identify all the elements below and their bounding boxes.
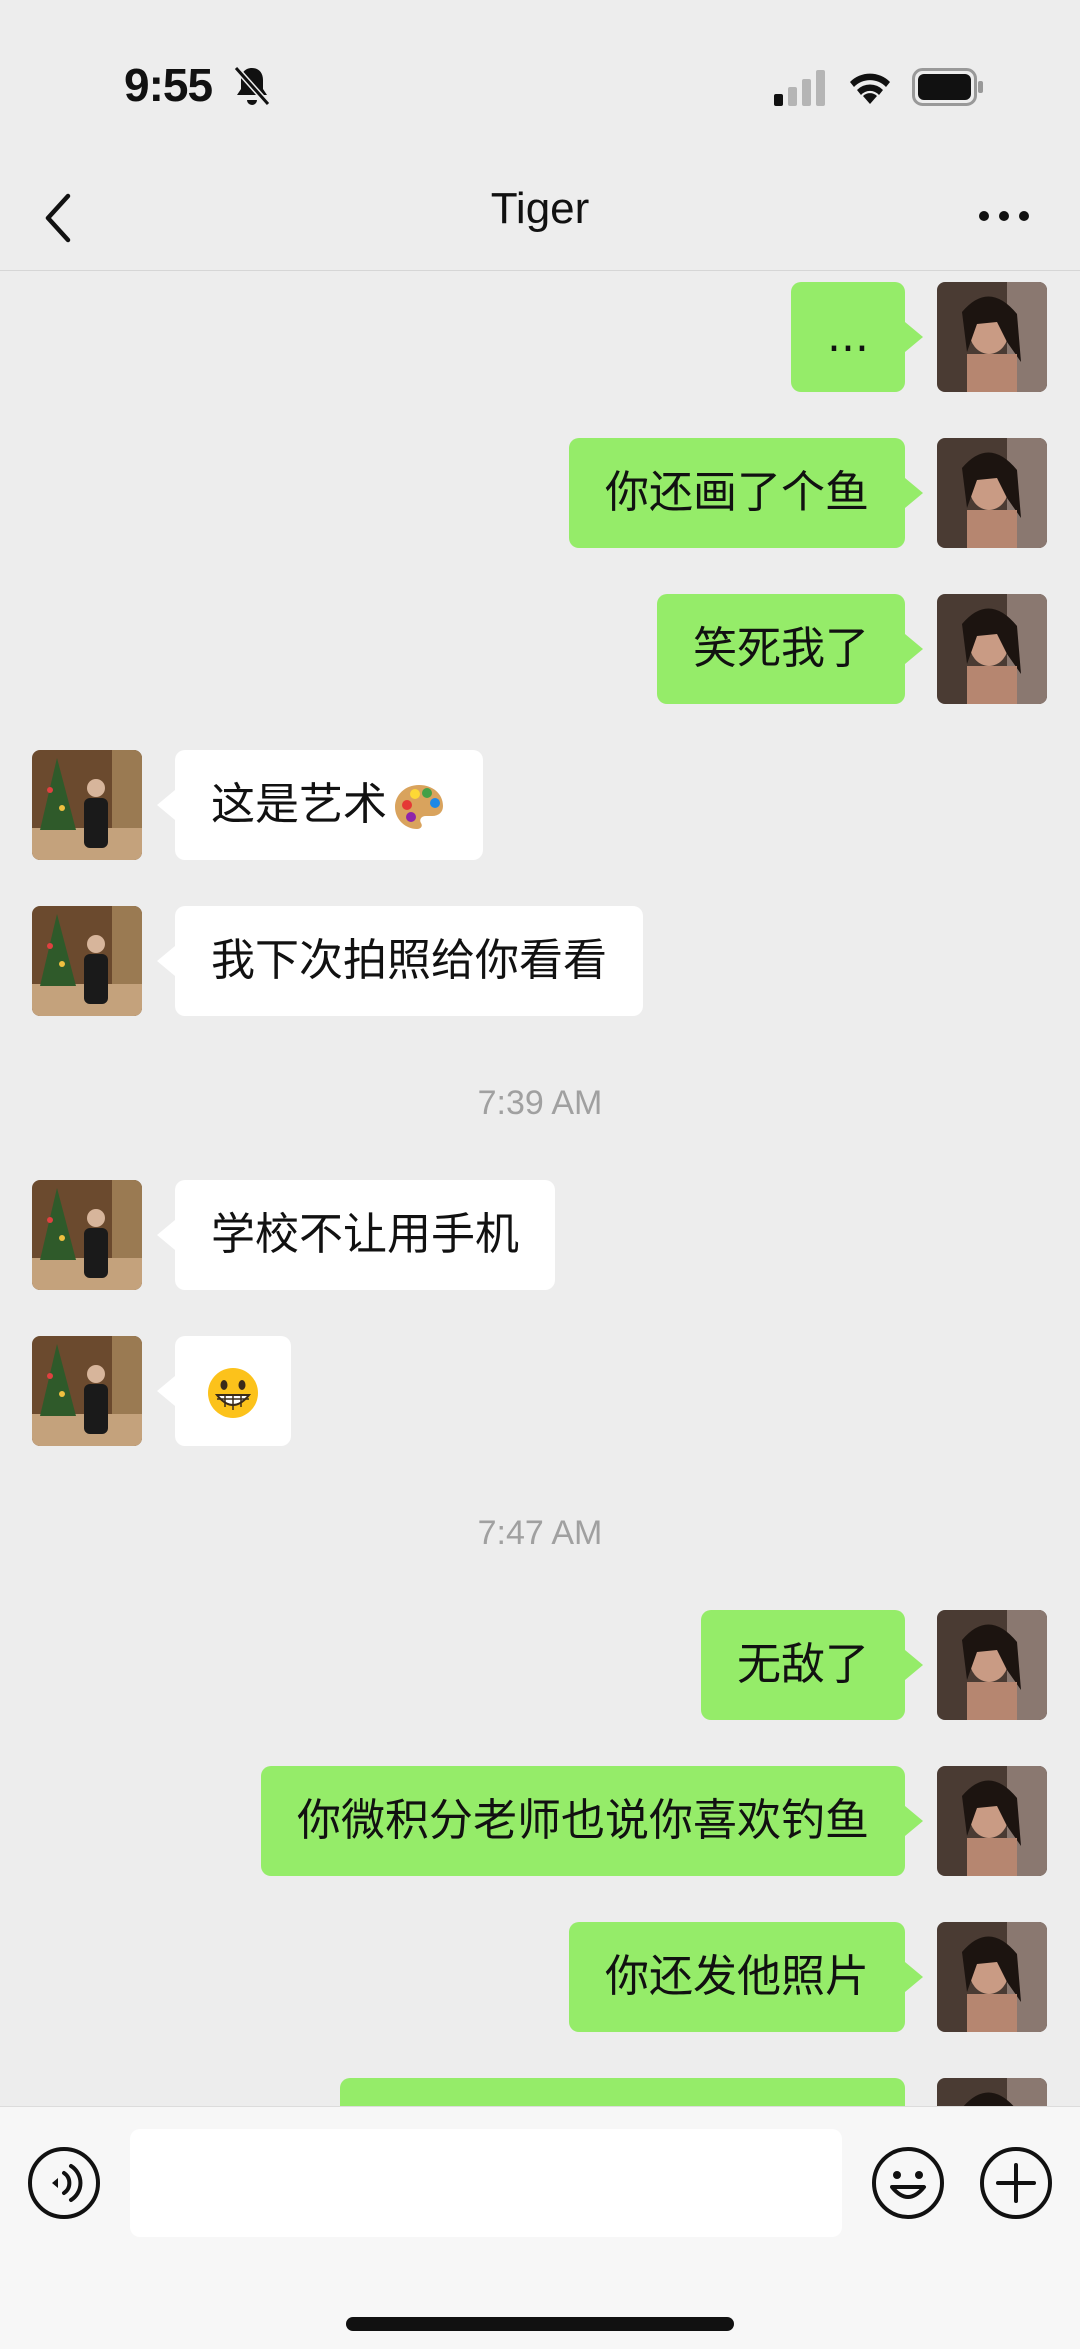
more-functions-plus-icon[interactable]	[978, 2145, 1054, 2221]
chat-header: Tiger	[0, 170, 1080, 271]
message-list[interactable]: ... 你还画了个鱼 笑死我了 这是艺术 我下次拍照给你看看 7:39 AM 学…	[0, 271, 1080, 2106]
my-avatar[interactable]	[937, 438, 1047, 548]
contact-avatar[interactable]	[32, 906, 142, 1016]
cellular-signal-icon	[774, 70, 825, 106]
received-message-bubble[interactable]	[157, 1336, 291, 1446]
sent-message-bubble[interactable]	[340, 2078, 905, 2106]
input-bar	[0, 2106, 1080, 2349]
silent-bell-icon	[233, 66, 271, 106]
timestamp: 7:47 AM	[477, 1514, 603, 1552]
battery-icon	[912, 68, 983, 106]
my-avatar[interactable]	[937, 2078, 1047, 2106]
received-message-bubble[interactable]: 这是艺术	[157, 750, 483, 860]
message-text: 笑死我了	[693, 623, 869, 674]
sent-message-bubble[interactable]: 你还发他照片	[569, 1922, 923, 2032]
message-text: ...	[827, 311, 869, 362]
message-text: 学校不让用手机	[211, 1209, 519, 1260]
my-avatar[interactable]	[937, 1610, 1047, 1720]
status-bar: 9:55	[0, 0, 1080, 170]
more-options-icon[interactable]	[976, 204, 1032, 228]
home-indicator[interactable]	[346, 2317, 734, 2331]
contact-avatar[interactable]	[32, 750, 142, 860]
sent-message-bubble[interactable]: 你还画了个鱼	[569, 438, 923, 548]
timestamp: 7:39 AM	[477, 1084, 603, 1122]
voice-input-icon[interactable]	[26, 2145, 102, 2221]
sent-message-bubble[interactable]: 笑死我了	[657, 594, 923, 704]
my-avatar[interactable]	[937, 1766, 1047, 1876]
contact-avatar[interactable]	[32, 1180, 142, 1290]
my-avatar[interactable]	[937, 282, 1047, 392]
grinning-face-emoji-icon	[208, 1368, 258, 1418]
palette-emoji-icon	[395, 785, 443, 829]
sent-message-bubble[interactable]: 无敌了	[701, 1610, 923, 1720]
message-text: 你微积分老师也说你喜欢钓鱼	[297, 1795, 869, 1846]
my-avatar[interactable]	[937, 1922, 1047, 2032]
contact-avatar[interactable]	[32, 1336, 142, 1446]
my-avatar[interactable]	[937, 594, 1047, 704]
emoji-picker-icon[interactable]	[870, 2145, 946, 2221]
chat-title: Tiger	[490, 184, 590, 233]
message-text: 无敌了	[737, 1639, 869, 1690]
received-message-bubble[interactable]: 我下次拍照给你看看	[157, 906, 643, 1016]
status-time: 9:55	[124, 59, 213, 111]
sent-message-bubble[interactable]: 你微积分老师也说你喜欢钓鱼	[261, 1766, 923, 1876]
message-input[interactable]	[130, 2129, 842, 2237]
wifi-icon	[850, 73, 890, 104]
message-text: 这是艺术	[211, 779, 387, 830]
message-text: 你还画了个鱼	[605, 467, 869, 518]
message-text: 你还发他照片	[605, 1951, 869, 2002]
sent-message-bubble[interactable]: ...	[791, 282, 923, 392]
received-message-bubble[interactable]: 学校不让用手机	[157, 1180, 555, 1290]
message-text: 我下次拍照给你看看	[211, 935, 607, 986]
